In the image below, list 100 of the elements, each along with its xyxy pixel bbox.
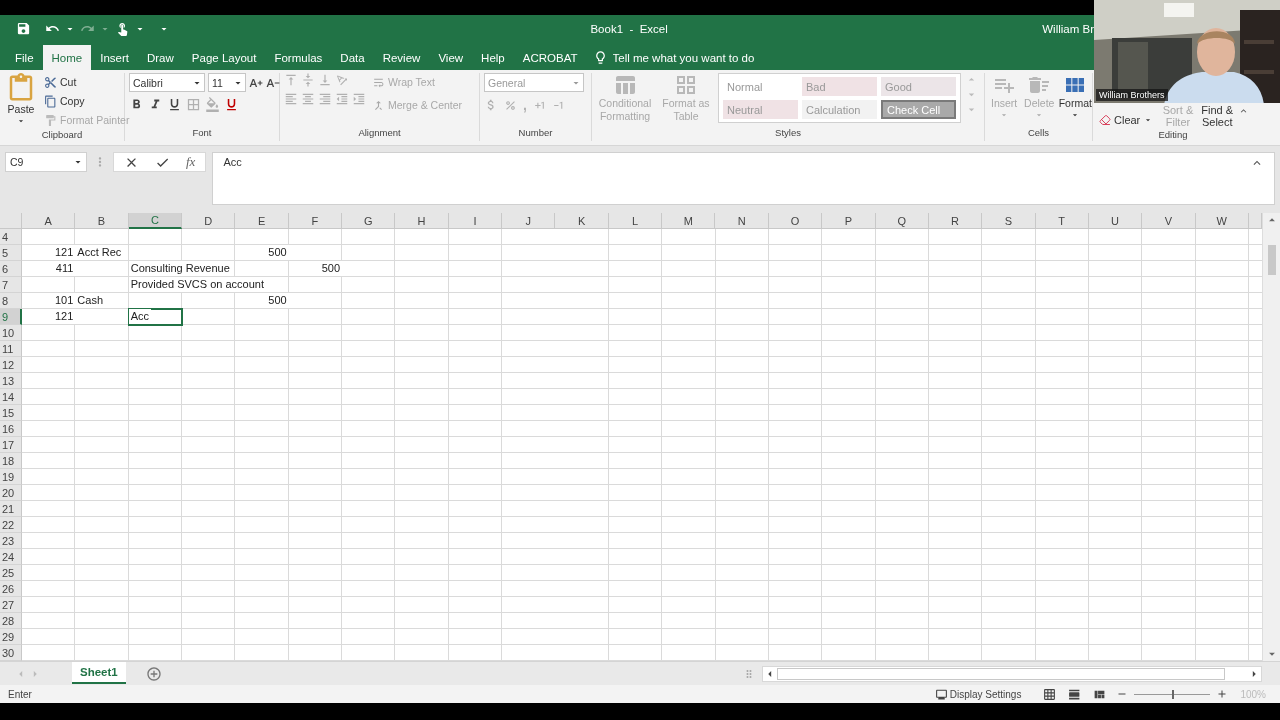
- row-header[interactable]: 30: [0, 645, 22, 661]
- ribbon-tab[interactable]: Home: [42, 45, 92, 70]
- column-header[interactable]: K: [555, 213, 609, 229]
- increase-indent-icon[interactable]: [352, 92, 366, 106]
- orientation-icon[interactable]: [335, 73, 349, 87]
- column-header[interactable]: R: [928, 213, 983, 229]
- column-header[interactable]: M: [662, 213, 716, 229]
- clear-button[interactable]: Clear: [1097, 111, 1156, 129]
- clipboard-button[interactable]: Copy: [42, 92, 132, 110]
- ribbon-tab[interactable]: Page Layout: [182, 45, 266, 70]
- row-header[interactable]: 14: [0, 389, 22, 405]
- column-header[interactable]: O: [768, 213, 823, 229]
- ribbon-tab[interactable]: ACROBAT: [513, 45, 587, 70]
- column-header[interactable]: G: [342, 213, 396, 229]
- column-header[interactable]: H: [395, 213, 449, 229]
- row-header[interactable]: 22: [0, 517, 22, 533]
- active-cell[interactable]: Acc: [128, 309, 183, 325]
- sheet-tab[interactable]: Sheet1: [72, 661, 126, 684]
- ribbon-tab[interactable]: Formulas: [265, 45, 332, 70]
- zoom-thumb[interactable]: [1172, 689, 1175, 699]
- row-header[interactable]: 19: [0, 469, 22, 485]
- row-header[interactable]: 24: [0, 549, 22, 565]
- align-right-icon[interactable]: [318, 92, 332, 106]
- row-header[interactable]: 4: [0, 229, 22, 245]
- column-header[interactable]: L: [608, 213, 663, 229]
- row-header[interactable]: 5: [0, 245, 22, 261]
- column-header[interactable]: T: [1035, 213, 1089, 229]
- row-header[interactable]: 27: [0, 597, 22, 613]
- font-size-field[interactable]: 11: [208, 73, 246, 92]
- ribbon-tab[interactable]: Data: [331, 45, 374, 70]
- column-header[interactable]: F: [288, 213, 343, 229]
- editing-button[interactable]: Find & Select: [1198, 104, 1236, 128]
- middle-align-icon[interactable]: [301, 73, 315, 87]
- ribbon-tab[interactable]: Draw: [138, 45, 183, 70]
- column-header[interactable]: C: [128, 213, 183, 229]
- normal-view-icon[interactable]: [1043, 687, 1057, 701]
- scrollbar-thumb[interactable]: [777, 667, 1225, 680]
- ribbon-tab[interactable]: View: [429, 45, 473, 70]
- row-header[interactable]: 7: [0, 277, 22, 293]
- row-header[interactable]: 23: [0, 533, 22, 549]
- row-header[interactable]: 20: [0, 485, 22, 501]
- insert-function-button[interactable]: fx: [186, 154, 196, 170]
- display-settings-link[interactable]: Display Settings: [949, 688, 1022, 700]
- row-header[interactable]: 18: [0, 453, 22, 469]
- ribbon-tab[interactable]: File: [6, 45, 43, 70]
- row-header[interactable]: 9: [0, 309, 22, 325]
- row-header[interactable]: 17: [0, 437, 22, 453]
- bottom-align-icon[interactable]: [318, 73, 332, 87]
- merge-icon: [372, 98, 385, 112]
- scrollbar-thumb[interactable]: [1267, 245, 1276, 275]
- column-header[interactable]: I: [448, 213, 503, 229]
- clipboard-button[interactable]: Cut: [42, 73, 132, 91]
- row-header[interactable]: 8: [0, 293, 22, 309]
- touch-mode-icon[interactable]: [115, 21, 130, 36]
- ribbon-tab[interactable]: Review: [373, 45, 430, 70]
- tell-me-field[interactable]: Tell me what you want to do: [610, 50, 761, 65]
- column-header[interactable]: D: [182, 213, 236, 229]
- row-header[interactable]: 15: [0, 405, 22, 421]
- account-name[interactable]: William Br: [1042, 22, 1094, 35]
- name-box[interactable]: C9: [5, 152, 87, 172]
- underline-icon[interactable]: [167, 97, 182, 112]
- column-header[interactable]: U: [1088, 213, 1143, 229]
- column-header[interactable]: E: [235, 213, 289, 229]
- row-header[interactable]: 6: [0, 261, 22, 277]
- cells-button[interactable]: Format: [1059, 73, 1092, 120]
- save-icon[interactable]: [16, 21, 31, 36]
- row-header[interactable]: 25: [0, 565, 22, 581]
- ribbon-tab[interactable]: Insert: [91, 45, 138, 70]
- row-header[interactable]: 12: [0, 357, 22, 373]
- new-sheet-icon[interactable]: [145, 665, 162, 682]
- cell-grid[interactable]: 4 5 121 Acct Rec 500 6 411 Consulting Revenue 500 7 Provided SVCS on account 8 101 Cash 500 9 121 Acc 10 11 12 13 14 15 16 17 18 19 20 21 22 23 24 25 26 27 28 29 30: [0, 229, 1262, 661]
- column-header[interactable]: V: [1142, 213, 1196, 229]
- row-header[interactable]: 26: [0, 581, 22, 597]
- row-header[interactable]: 28: [0, 613, 22, 629]
- column-header[interactable]: N: [715, 213, 769, 229]
- align-center-icon[interactable]: [301, 92, 315, 106]
- percent-icon[interactable]: [504, 98, 517, 112]
- column-header[interactable]: W: [1195, 213, 1249, 229]
- fill-color-icon[interactable]: [205, 97, 220, 112]
- page-layout-view-icon[interactable]: [1068, 687, 1082, 701]
- select-all-corner[interactable]: [0, 213, 22, 229]
- font-name-field[interactable]: Calibri: [129, 73, 205, 92]
- decrease-indent-icon[interactable]: [335, 92, 349, 106]
- participant-name: William Brothers: [1096, 89, 1168, 101]
- paste-button[interactable]: Paste: [4, 73, 38, 126]
- column-header[interactable]: B: [75, 213, 129, 229]
- row-header[interactable]: 16: [0, 421, 22, 437]
- row-header[interactable]: 21: [0, 501, 22, 517]
- ribbon-tab[interactable]: Help: [472, 45, 514, 70]
- row-header[interactable]: 11: [0, 341, 22, 357]
- column-header[interactable]: Q: [875, 213, 929, 229]
- zoom-in-icon[interactable]: [1216, 688, 1229, 700]
- row-header[interactable]: 13: [0, 373, 22, 389]
- row-header[interactable]: 10: [0, 325, 22, 341]
- column-header[interactable]: A: [22, 213, 76, 229]
- column-header[interactable]: P: [822, 213, 876, 229]
- column-header[interactable]: S: [982, 213, 1036, 229]
- row-header[interactable]: 29: [0, 629, 22, 645]
- column-header[interactable]: J: [502, 213, 556, 229]
- formula-field[interactable]: Acc: [223, 156, 242, 201]
